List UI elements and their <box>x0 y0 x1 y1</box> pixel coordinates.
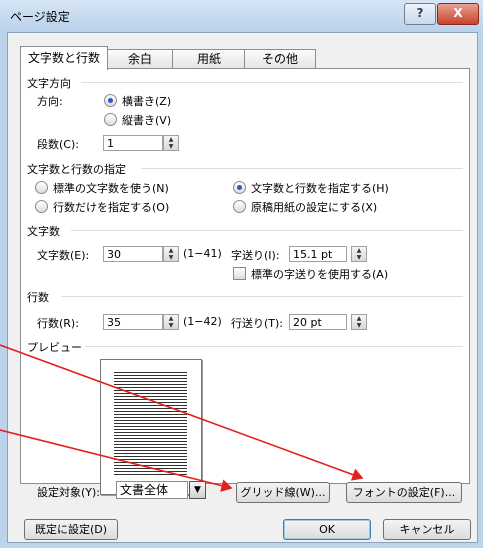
vertical-radio[interactable] <box>104 113 117 126</box>
direction-label: 方向: <box>37 95 63 108</box>
divider <box>141 168 463 169</box>
divider <box>81 82 463 83</box>
horizontal-radio[interactable] <box>104 94 117 107</box>
lines-group-label: 行数 <box>27 291 49 304</box>
chars-input[interactable]: 30 <box>103 246 163 262</box>
vertical-label: 縦書き(V) <box>122 114 172 127</box>
help-button[interactable]: ? <box>404 3 436 25</box>
char-pitch-spinner[interactable]: ▲ ▼ <box>351 246 367 262</box>
lines-label: 行数(R): <box>37 317 79 330</box>
tab-panel: 文字方向 方向: 横書き(Z) 縦書き(V) 段数(C): 1 ▲ ▼ 文字数と行… <box>20 68 470 495</box>
gridlines-button[interactable]: グリッド線(W)... <box>236 482 330 503</box>
divider <box>85 346 463 347</box>
lines-input[interactable]: 35 <box>103 314 163 330</box>
tab-chars-lines[interactable]: 文字数と行数 <box>20 46 108 70</box>
divider <box>71 230 463 231</box>
tab-other[interactable]: その他 <box>244 49 316 69</box>
dialog-body: 文字数と行数 余白 用紙 その他 文字方向 方向: 横書き(Z) 縦書き(V) … <box>7 32 478 543</box>
line-pitch-label: 行送り(T): <box>231 317 284 330</box>
columns-spinner[interactable]: ▲ ▼ <box>163 135 179 151</box>
font-settings-button[interactable]: フォントの設定(F)... <box>346 482 462 503</box>
apply-to-select[interactable]: 文書全体 <box>116 481 188 499</box>
page-setup-dialog: ページ設定 ? X 文字数と行数 余白 用紙 その他 文字方向 方向: 横書き(… <box>0 0 483 548</box>
title-bar: ページ設定 ? X <box>0 0 483 32</box>
tab-paper[interactable]: 用紙 <box>172 49 246 69</box>
grid-option-standard-radio[interactable] <box>35 181 48 194</box>
grid-option-lines-only-radio[interactable] <box>35 200 48 213</box>
horizontal-label: 横書き(Z) <box>122 95 172 108</box>
cancel-button[interactable]: キャンセル <box>383 519 471 540</box>
window-title: ページ設定 <box>10 10 70 24</box>
page-preview <box>100 359 202 495</box>
close-icon: X <box>453 6 463 20</box>
default-pitch-label: 標準の字送りを使用する(A) <box>251 268 389 281</box>
tab-margins[interactable]: 余白 <box>106 49 174 69</box>
close-button[interactable]: X <box>437 3 479 25</box>
ok-button[interactable]: OK <box>283 519 371 540</box>
grid-option-standard-label: 標準の文字数を使う(N) <box>53 182 169 195</box>
set-as-default-button[interactable]: 既定に設定(D) <box>24 519 118 540</box>
line-pitch-spinner[interactable]: ▲ ▼ <box>351 314 367 330</box>
char-pitch-label: 字送り(I): <box>231 249 280 262</box>
columns-label: 段数(C): <box>37 138 79 151</box>
divider <box>61 296 463 297</box>
lines-spinner[interactable]: ▲ ▼ <box>163 314 179 330</box>
chars-label: 文字数(E): <box>37 249 90 262</box>
grid-option-chars-lines-label: 文字数と行数を指定する(H) <box>251 182 389 195</box>
lines-range: (1−42) <box>183 315 222 328</box>
direction-group-label: 文字方向 <box>27 77 71 90</box>
apply-to-dropdown-button[interactable]: ▼ <box>189 481 206 499</box>
preview-group-label: プレビュー <box>27 341 82 354</box>
grid-option-chars-lines-radio[interactable] <box>233 181 246 194</box>
chars-spinner[interactable]: ▲ ▼ <box>163 246 179 262</box>
chevron-down-icon: ▼ <box>194 485 201 495</box>
grid-option-lines-only-label: 行数だけを指定する(O) <box>53 201 170 214</box>
grid-option-manuscript-label: 原稿用紙の設定にする(X) <box>251 201 378 214</box>
char-pitch-input[interactable]: 15.1 pt <box>289 246 347 262</box>
columns-input[interactable]: 1 <box>103 135 163 151</box>
help-icon: ? <box>416 6 424 20</box>
chars-group-label: 文字数 <box>27 225 60 238</box>
default-pitch-checkbox[interactable] <box>233 267 246 280</box>
line-pitch-input[interactable]: 20 pt <box>289 314 347 330</box>
chars-range: (1−41) <box>183 247 222 260</box>
grid-group-label: 文字数と行数の指定 <box>27 163 126 176</box>
grid-option-manuscript-radio[interactable] <box>233 200 246 213</box>
apply-to-label: 設定対象(Y): <box>37 486 101 499</box>
